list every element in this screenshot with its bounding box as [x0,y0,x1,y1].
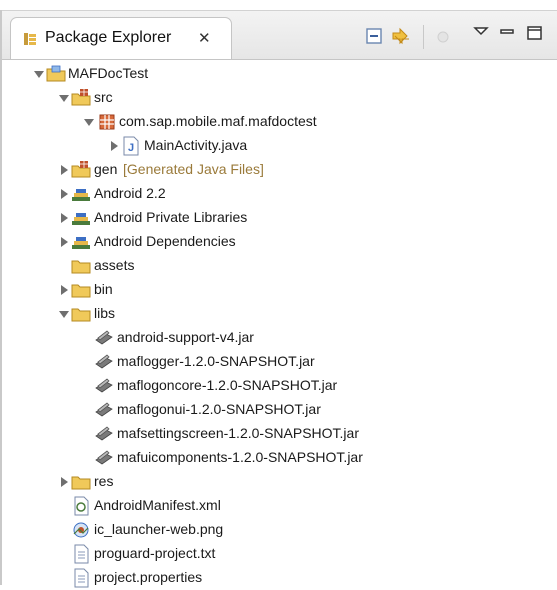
chevron-right-icon[interactable] [58,284,70,296]
tree-item-decoration: [Generated Java Files] [123,161,264,177]
chevron-right-icon[interactable] [58,236,70,248]
tree-item-jar[interactable]: mafuicomponents-1.2.0-SNAPSHOT.jar [0,446,450,470]
text-file-icon [74,544,89,564]
tree-item-src[interactable]: src [0,86,400,110]
link-with-editor-icon[interactable] [390,25,412,47]
tree-item-assets[interactable]: assets [0,254,400,278]
package-explorer-view: Package Explorer ✕ MAFDocTest src com.sa… [0,0,557,588]
tree-item-label: project.properties [94,569,203,585]
tab-title: Package Explorer [45,29,172,46]
tree-item-label: bin [94,281,113,297]
tree-item-jar[interactable]: mafsettingscreen-1.2.0-SNAPSHOT.jar [0,422,450,446]
jar-file-icon [95,330,113,345]
chevron-right-icon[interactable] [58,164,70,176]
chevron-down-icon[interactable] [83,116,95,128]
tree-item-package[interactable]: com.sap.mobile.maf.mafdoctest [0,110,420,134]
library-icon [72,237,90,249]
generated-folder-icon [71,161,91,178]
tab-package-explorer[interactable]: Package Explorer ✕ [10,17,232,59]
tree-item-gen[interactable]: gen [Generated Java Files] [0,158,400,182]
chevron-down-icon[interactable] [58,92,70,104]
jar-file-icon [95,354,113,369]
tree-item-label: mafuicomponents-1.2.0-SNAPSHOT.jar [117,449,363,465]
chevron-down-icon[interactable] [58,308,70,320]
jar-file-icon [95,426,113,441]
close-icon[interactable]: ✕ [198,29,211,47]
xml-file-icon [74,496,89,516]
tree-item-android-dependencies[interactable]: Android Dependencies [0,230,400,254]
tree-item-project[interactable]: MAFDocTest [0,62,400,86]
chevron-right-icon[interactable] [58,476,70,488]
minimize-icon[interactable] [496,21,518,43]
tree-item-label: MAFDocTest [68,65,149,81]
tree-item-proguard[interactable]: proguard-project.txt [0,542,400,566]
jar-file-icon [95,450,113,465]
tree-item-label: com.sap.mobile.maf.mafdoctest [119,113,317,129]
package-explorer-icon [24,33,36,45]
tree-item-libs[interactable]: libs [0,302,400,326]
tree-item-label: maflogoncore-1.2.0-SNAPSHOT.jar [117,377,338,393]
tree-item-label: proguard-project.txt [94,545,216,561]
project-tree: MAFDocTest src com.sap.mobile.maf.mafdoc… [0,59,557,588]
tree-item-android-22[interactable]: Android 2.2 [0,182,400,206]
collapse-all-icon[interactable] [364,25,386,47]
tree-item-launcher-image[interactable]: ic_launcher-web.png [0,518,400,542]
chevron-right-icon[interactable] [58,188,70,200]
tree-item-label: res [94,473,114,489]
view-menu-icon[interactable] [470,21,492,43]
tree-item-jar[interactable]: maflogger-1.2.0-SNAPSHOT.jar [0,350,450,374]
tree-item-label: maflogonui-1.2.0-SNAPSHOT.jar [117,401,321,417]
chevron-right-icon[interactable] [108,140,120,152]
tree-item-main-activity[interactable]: J MainActivity.java [0,134,400,158]
tree-item-properties[interactable]: project.properties [0,566,400,590]
folder-icon [71,260,91,274]
tree-item-label: src [94,89,113,105]
tree-item-jar[interactable]: android-support-v4.jar [0,326,450,350]
tree-item-label: assets [94,257,135,273]
tree-item-manifest[interactable]: AndroidManifest.xml [0,494,400,518]
folder-icon [71,476,91,490]
tree-item-label: Android Private Libraries [94,209,248,225]
jar-file-icon [95,378,113,393]
properties-file-icon [74,568,89,588]
tree-item-label: MainActivity.java [144,137,248,153]
tree-item-jar[interactable]: maflogonui-1.2.0-SNAPSHOT.jar [0,398,450,422]
project-folder-icon [46,65,66,82]
image-file-icon [73,522,89,538]
maximize-icon[interactable] [524,23,546,45]
tree-item-jar[interactable]: maflogoncore-1.2.0-SNAPSHOT.jar [0,374,450,398]
chevron-right-icon[interactable] [58,212,70,224]
disabled-action-icon [437,31,449,43]
tree-item-label: android-support-v4.jar [117,329,254,345]
view-tab-bar: Package Explorer ✕ [2,11,557,60]
jar-file-icon [95,402,113,417]
library-icon [72,213,90,225]
tree-item-label: Android Dependencies [94,233,236,249]
tree-item-label: Android 2.2 [94,185,166,201]
svg-text:J: J [128,142,134,154]
toolbar-separator [423,25,424,49]
tree-item-label: gen [94,161,118,177]
tree-item-label: ic_launcher-web.png [94,521,224,537]
tree-item-res[interactable]: res [0,470,400,494]
java-file-icon: J [123,136,139,156]
tree-item-label: libs [94,305,116,321]
tree-item-label: maflogger-1.2.0-SNAPSHOT.jar [117,353,315,369]
folder-icon [71,284,91,298]
chevron-down-icon[interactable] [33,68,45,80]
tree-item-label: mafsettingscreen-1.2.0-SNAPSHOT.jar [117,425,359,441]
library-icon [72,189,90,201]
source-folder-icon [71,89,91,106]
tree-item-android-private-libraries[interactable]: Android Private Libraries [0,206,400,230]
tree-item-bin[interactable]: bin [0,278,400,302]
package-icon [99,114,115,130]
folder-icon [71,308,91,322]
tree-item-label: AndroidManifest.xml [94,497,221,513]
